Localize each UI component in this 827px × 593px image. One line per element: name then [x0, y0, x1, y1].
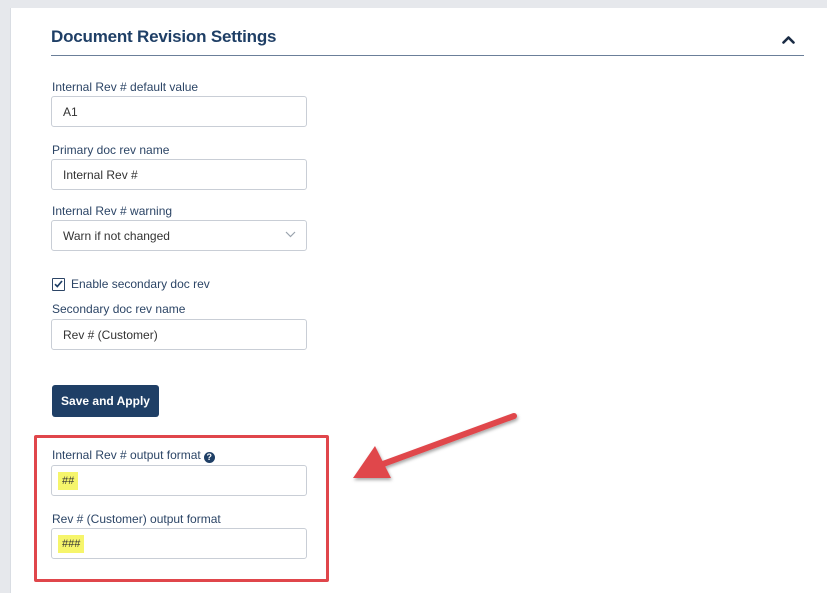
- top-strip: [0, 0, 827, 8]
- section-title: Document Revision Settings: [51, 27, 277, 46]
- internal-output-format-label-text: Internal Rev # output format: [52, 448, 201, 462]
- secondary-doc-rev-name-input[interactable]: [51, 319, 307, 350]
- red-arrow-icon: [353, 413, 517, 478]
- secondary-doc-rev-name-label: Secondary doc rev name: [52, 302, 186, 316]
- help-icon[interactable]: ?: [203, 451, 215, 463]
- checkmark-icon: [54, 280, 63, 288]
- collapse-button[interactable]: [775, 26, 801, 52]
- internal-rev-default-input[interactable]: [51, 96, 307, 127]
- customer-output-format-input[interactable]: ###: [51, 528, 307, 559]
- internal-output-format-label: Internal Rev # output format?: [52, 448, 215, 463]
- chevron-down-icon: [285, 231, 296, 238]
- customer-output-format-label: Rev # (Customer) output format: [52, 512, 221, 526]
- internal-rev-default-label: Internal Rev # default value: [52, 80, 199, 94]
- customer-output-format-value: ###: [58, 534, 85, 553]
- save-and-apply-button[interactable]: Save and Apply: [52, 385, 159, 417]
- section-divider: [51, 55, 804, 56]
- chevron-up-icon: [781, 35, 795, 44]
- settings-panel: Document Revision Settings Internal Rev …: [10, 8, 827, 593]
- enable-secondary-checkbox[interactable]: [52, 277, 65, 291]
- internal-output-format-input[interactable]: ##: [51, 465, 307, 496]
- internal-rev-warning-label: Internal Rev # warning: [52, 204, 173, 218]
- enable-secondary-checkbox-row[interactable]: Enable secondary doc rev: [52, 277, 210, 291]
- primary-doc-rev-name-input[interactable]: [51, 159, 307, 190]
- enable-secondary-label: Enable secondary doc rev: [71, 277, 210, 291]
- internal-output-format-value: ##: [58, 471, 79, 490]
- internal-rev-warning-select[interactable]: Warn if not changed: [51, 220, 307, 251]
- internal-rev-warning-value: Warn if not changed: [63, 228, 170, 243]
- primary-doc-rev-name-label: Primary doc rev name: [52, 143, 170, 157]
